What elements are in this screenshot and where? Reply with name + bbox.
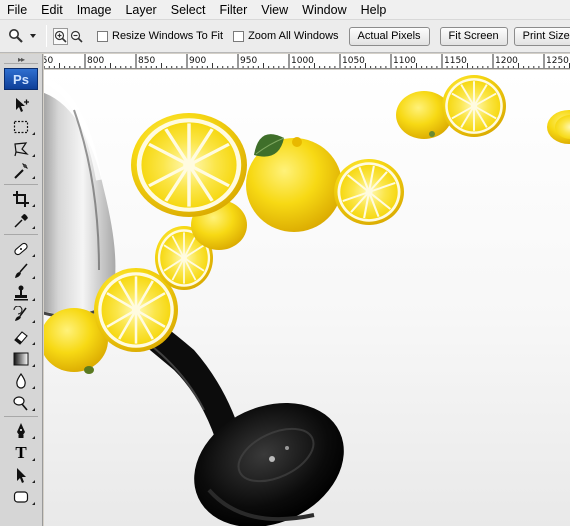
history-brush-icon (13, 305, 27, 321)
marquee-icon (13, 120, 29, 133)
ruler-label: 800 (87, 56, 104, 66)
horizontal-ruler: 750 800 850 900 950 1000 1050 1100 1150 1200 1250 (44, 54, 570, 69)
menu-bar: File Edit Image Layer Select Filter View… (0, 0, 570, 20)
lemon-slice-top-right (442, 75, 506, 137)
zoom-out-icon (70, 30, 83, 43)
dodge-icon (13, 395, 28, 411)
zoom-out-button[interactable] (69, 28, 84, 45)
pen-tool[interactable] (4, 420, 38, 441)
shape-tool[interactable] (4, 486, 38, 507)
document-canvas[interactable] (44, 70, 570, 526)
type-icon: T (15, 442, 27, 462)
path-selection-icon (17, 467, 26, 483)
menu-help[interactable]: Help (354, 0, 394, 20)
eyedropper-tool[interactable] (4, 210, 38, 231)
ruler-label: 900 (189, 56, 206, 66)
menu-file[interactable]: File (0, 0, 34, 20)
resize-windows-label: Resize Windows To Fit (112, 30, 224, 42)
eraser-icon (14, 330, 28, 345)
crop-icon (13, 190, 29, 207)
resize-windows-checkbox[interactable]: Resize Windows To Fit (97, 30, 223, 42)
path-selection-tool[interactable] (4, 464, 38, 485)
lemon-slice-large (131, 113, 247, 217)
zoom-in-icon (54, 30, 67, 43)
ruler-label: 950 (240, 56, 257, 66)
chevron-down-icon (30, 34, 36, 38)
eyedropper-icon (14, 213, 28, 228)
ruler-label: 1100 (393, 56, 416, 66)
checkbox-box[interactable] (233, 30, 245, 42)
bandage-icon (14, 242, 28, 255)
fit-screen-button[interactable]: Fit Screen (439, 26, 508, 46)
zoom-in-button[interactable] (53, 27, 68, 45)
zoom-all-windows-checkbox[interactable]: Zoom All Windows (233, 30, 339, 42)
actual-pixels-button[interactable]: Actual Pixels (348, 26, 430, 46)
gradient-tool[interactable] (4, 348, 38, 369)
pen-icon (17, 422, 25, 438)
photoshop-logo[interactable]: Ps (4, 68, 38, 90)
ruler-label: 1050 (342, 56, 365, 66)
lemon-glass-artwork (44, 70, 570, 526)
lasso-tool[interactable] (4, 138, 38, 159)
healing-brush-tool[interactable] (4, 238, 38, 259)
menu-image[interactable]: Image (70, 0, 119, 20)
menu-view[interactable]: View (254, 0, 295, 20)
checkbox-box[interactable] (97, 30, 108, 42)
menu-filter[interactable]: Filter (212, 0, 254, 20)
magic-wand-icon (14, 162, 28, 179)
menu-layer[interactable]: Layer (118, 0, 163, 20)
menu-window[interactable]: Window (295, 0, 353, 20)
marquee-tool[interactable] (4, 116, 38, 137)
move-tool[interactable] (4, 94, 38, 115)
ruler-label: 850 (138, 56, 155, 66)
history-brush-tool[interactable] (4, 304, 38, 325)
dodge-tool[interactable] (4, 392, 38, 413)
ruler-ticks: 750 800 850 900 950 1000 1050 1100 1150 1200 1250 (44, 54, 570, 68)
menu-edit[interactable]: Edit (34, 0, 70, 20)
print-size-button[interactable]: Print Size (513, 26, 570, 46)
brush-icon (15, 262, 28, 278)
ruler-label: 1000 (291, 56, 314, 66)
lasso-icon (14, 141, 29, 156)
brush-tool[interactable] (4, 260, 38, 281)
magic-wand-tool[interactable] (4, 160, 38, 181)
tool-preset-picker[interactable] (8, 24, 36, 48)
ruler-label: 1250 (546, 56, 569, 66)
clone-stamp-tool[interactable] (4, 282, 38, 303)
lemon-half-with-leaf (246, 134, 342, 232)
rounded-rectangle-icon (13, 490, 29, 503)
gradient-icon (13, 352, 29, 365)
move-icon (16, 97, 29, 112)
options-bar: Resize Windows To Fit Zoom All Windows A… (0, 20, 570, 53)
separator (46, 25, 47, 47)
blur-tool[interactable] (4, 370, 38, 391)
ruler-label: 1200 (495, 56, 518, 66)
toolbox: ▸▸ Ps T (0, 54, 43, 526)
lemon-edge-far-right (547, 110, 570, 144)
drop-icon (16, 372, 26, 389)
eraser-tool[interactable] (4, 326, 38, 347)
lemon-slice-right (328, 154, 409, 230)
ruler-label: 1150 (444, 56, 467, 66)
type-tool[interactable]: T (4, 442, 38, 463)
crop-tool[interactable] (4, 188, 38, 209)
zoom-icon (9, 29, 23, 43)
menu-select[interactable]: Select (164, 0, 213, 20)
stamp-icon (14, 285, 28, 300)
ruler-label: 750 (44, 56, 53, 66)
toolbox-grip[interactable]: ▸▸ (4, 55, 38, 64)
zoom-all-windows-label: Zoom All Windows (248, 30, 339, 42)
